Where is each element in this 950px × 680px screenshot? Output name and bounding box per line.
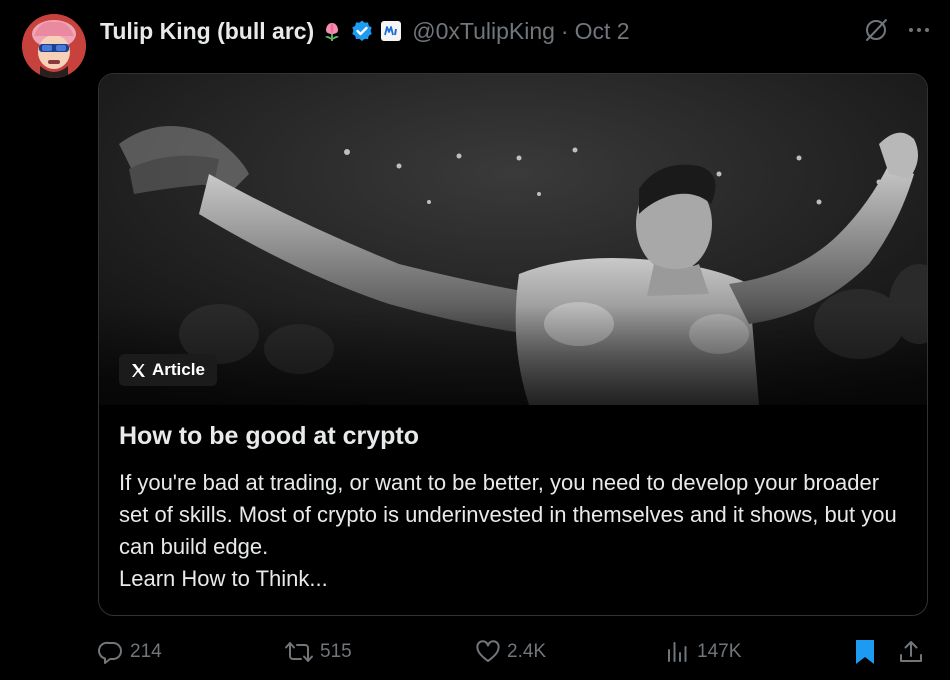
tweet-action-bar: 214 515 2.4K 147K xyxy=(98,636,930,668)
article-card[interactable]: Article How to be good at crypto If you'… xyxy=(98,73,928,616)
article-cover-image: Article xyxy=(99,74,927,405)
tweet-date[interactable]: Oct 2 xyxy=(575,18,630,45)
display-name[interactable]: Tulip King (bull arc) xyxy=(100,18,314,45)
like-button[interactable]: 2.4K xyxy=(475,636,546,668)
share-button[interactable] xyxy=(898,636,924,668)
reply-button[interactable]: 214 xyxy=(98,636,162,668)
affiliate-badge-icon[interactable] xyxy=(380,20,402,42)
article-title: How to be good at crypto xyxy=(119,422,419,450)
article-description: If you're bad at trading, or want to be … xyxy=(119,470,897,591)
reply-count: 214 xyxy=(130,641,162,662)
article-badge-label: Article xyxy=(152,360,205,379)
avatar[interactable] xyxy=(22,14,86,78)
bookmark-icon xyxy=(852,638,878,666)
repost-button[interactable]: 515 xyxy=(284,636,352,668)
like-icon xyxy=(475,639,501,665)
repost-icon xyxy=(284,639,314,665)
separator-dot: · xyxy=(560,17,569,44)
bookmark-button[interactable] xyxy=(852,636,878,668)
more-icon[interactable] xyxy=(906,17,932,43)
top-actions xyxy=(862,16,932,44)
grok-icon[interactable] xyxy=(862,16,890,44)
verified-badge-icon[interactable] xyxy=(350,19,374,43)
views-count: 147K xyxy=(697,641,742,662)
views-button[interactable]: 147K xyxy=(665,636,741,668)
views-icon xyxy=(665,639,691,665)
repost-count: 515 xyxy=(320,641,352,662)
article-badge: Article xyxy=(119,354,217,386)
tweet-header: Tulip King (bull arc) @0xTulipKing · Oct… xyxy=(100,14,630,48)
tulip-emoji-icon xyxy=(320,19,344,43)
avatar-image xyxy=(22,14,86,78)
share-icon xyxy=(898,639,924,665)
user-handle[interactable]: @0xTulipKing xyxy=(412,18,555,45)
reply-icon xyxy=(98,639,124,665)
x-logo-icon xyxy=(131,363,146,378)
like-count: 2.4K xyxy=(507,641,547,662)
